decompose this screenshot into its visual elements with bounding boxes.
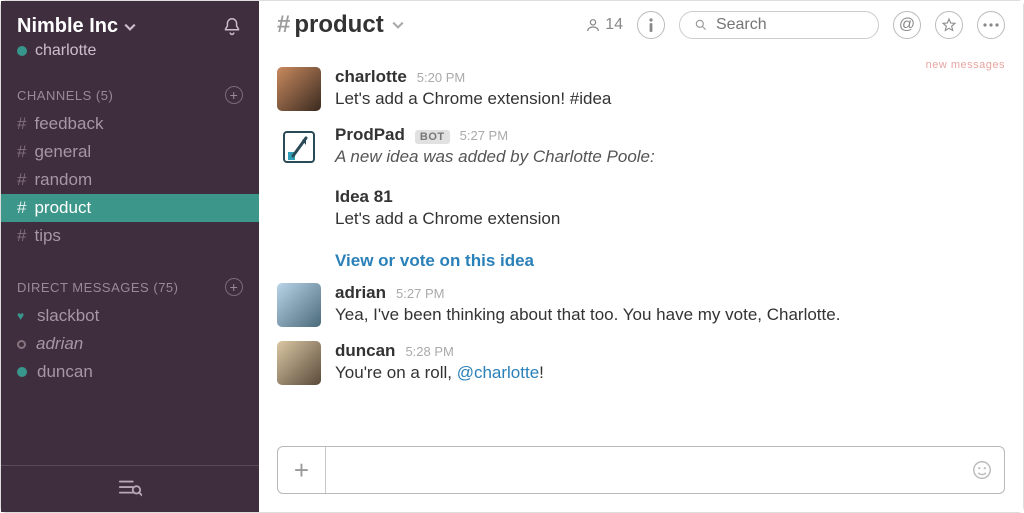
message-time: 5:20 PM <box>417 70 465 85</box>
search-field[interactable] <box>716 16 864 34</box>
attach-button[interactable]: + <box>278 447 326 493</box>
presence-online-icon <box>17 46 27 56</box>
message-text: You're on a roll, @charlotte! <box>335 363 995 383</box>
message-time: 5:27 PM <box>460 128 508 143</box>
message-time: 5:28 PM <box>405 344 453 359</box>
channel-label: product <box>34 198 91 218</box>
channel-name: product <box>294 11 383 39</box>
main-panel: #product 14 @ new messages <box>259 1 1023 512</box>
info-icon <box>649 18 653 32</box>
workspace-name: Nimble Inc <box>17 15 118 38</box>
presence-online-icon <box>17 367 27 377</box>
sidebar-channel-product[interactable]: product <box>1 194 259 222</box>
quick-switcher-icon <box>118 478 142 498</box>
workspace-header: Nimble Inc <box>1 1 259 42</box>
person-icon <box>585 17 601 33</box>
channel-title[interactable]: #product <box>277 11 404 39</box>
channels-section-header: CHANNELS (5) + <box>1 76 259 110</box>
idea-text: Let's add a Chrome extension <box>335 209 995 229</box>
user-mention[interactable]: @charlotte <box>457 363 539 382</box>
members-count[interactable]: 14 <box>585 16 623 34</box>
presence-heart-icon: ♥ <box>17 311 27 321</box>
current-user[interactable]: charlotte <box>1 42 259 76</box>
channel-label: tips <box>34 226 60 246</box>
search-input[interactable] <box>679 11 879 39</box>
message-author[interactable]: charlotte <box>335 67 407 87</box>
dm-count: (75) <box>153 280 178 295</box>
channels-label: CHANNELS <box>17 88 92 103</box>
channel-info-button[interactable] <box>637 11 665 39</box>
message-text: A new idea was added by Charlotte Poole: <box>335 147 995 167</box>
star-button[interactable] <box>935 11 963 39</box>
smiley-icon <box>971 459 993 481</box>
sidebar-channel-tips[interactable]: tips <box>1 222 259 250</box>
at-icon: @ <box>899 16 915 34</box>
avatar[interactable] <box>277 283 321 327</box>
idea-title: Idea 81 <box>335 187 995 207</box>
sidebar-dm-adrian[interactable]: adrian <box>1 330 259 358</box>
message-text: Yea, I've been thinking about that too. … <box>335 305 995 325</box>
avatar[interactable] <box>277 67 321 111</box>
prodpad-logo-icon <box>282 130 316 164</box>
message-author[interactable]: duncan <box>335 341 395 361</box>
message-author[interactable]: ProdPad <box>335 125 405 145</box>
channel-label: general <box>34 142 91 162</box>
dm-section-header: DIRECT MESSAGES (75) + <box>1 268 259 302</box>
add-dm-button[interactable]: + <box>225 278 243 296</box>
messages-pane[interactable]: charlotte 5:20 PM Let's add a Chrome ext… <box>259 49 1023 440</box>
message-text: Let's add a Chrome extension! #idea <box>335 89 995 109</box>
composer-input[interactable] <box>326 447 960 493</box>
star-icon <box>941 17 957 33</box>
idea-link[interactable]: View or vote on this idea <box>335 251 534 271</box>
bot-badge: BOT <box>415 130 450 144</box>
channel-label: random <box>34 170 92 190</box>
dm-label: duncan <box>37 362 93 382</box>
message-composer: + <box>277 446 1005 494</box>
sidebar-channel-feedback[interactable]: feedback <box>1 110 259 138</box>
message-attachment: Idea 81 Let's add a Chrome extension Vie… <box>335 187 995 271</box>
message: duncan 5:28 PM You're on a roll, @charlo… <box>277 341 995 385</box>
current-user-name: charlotte <box>35 42 96 60</box>
message: charlotte 5:20 PM Let's add a Chrome ext… <box>277 67 995 111</box>
avatar[interactable] <box>277 125 321 169</box>
hash-icon: # <box>277 11 290 39</box>
message-time: 5:27 PM <box>396 286 444 301</box>
channel-header: #product 14 @ <box>259 1 1023 49</box>
dm-label: adrian <box>36 334 83 354</box>
avatar[interactable] <box>277 341 321 385</box>
ellipsis-icon <box>983 23 999 27</box>
mentions-button[interactable]: @ <box>893 11 921 39</box>
more-actions-button[interactable] <box>977 11 1005 39</box>
message-author[interactable]: adrian <box>335 283 386 303</box>
search-icon <box>694 17 708 33</box>
notifications-icon[interactable] <box>221 16 243 38</box>
members-number: 14 <box>605 16 623 34</box>
channels-count: (5) <box>96 88 113 103</box>
channel-label: feedback <box>34 114 103 134</box>
message: ProdPad BOT 5:27 PM A new idea was added… <box>277 125 995 169</box>
sidebar-channel-general[interactable]: general <box>1 138 259 166</box>
dm-label: slackbot <box>37 306 99 326</box>
workspace-switcher[interactable]: Nimble Inc <box>17 15 136 38</box>
presence-away-icon <box>17 340 26 349</box>
sidebar-dm-slackbot[interactable]: ♥ slackbot <box>1 302 259 330</box>
dm-label: DIRECT MESSAGES <box>17 280 149 295</box>
sidebar-dm-duncan[interactable]: duncan <box>1 358 259 386</box>
emoji-button[interactable] <box>960 459 1004 481</box>
chevron-down-icon <box>392 19 404 31</box>
chevron-down-icon <box>124 21 136 33</box>
sidebar: Nimble Inc charlotte CHANNELS (5) + feed… <box>1 1 259 512</box>
message: adrian 5:27 PM Yea, I've been thinking a… <box>277 283 995 327</box>
new-messages-label: new messages <box>926 59 1005 71</box>
add-channel-button[interactable]: + <box>225 86 243 104</box>
sidebar-channel-random[interactable]: random <box>1 166 259 194</box>
quick-switcher-button[interactable] <box>1 465 259 512</box>
